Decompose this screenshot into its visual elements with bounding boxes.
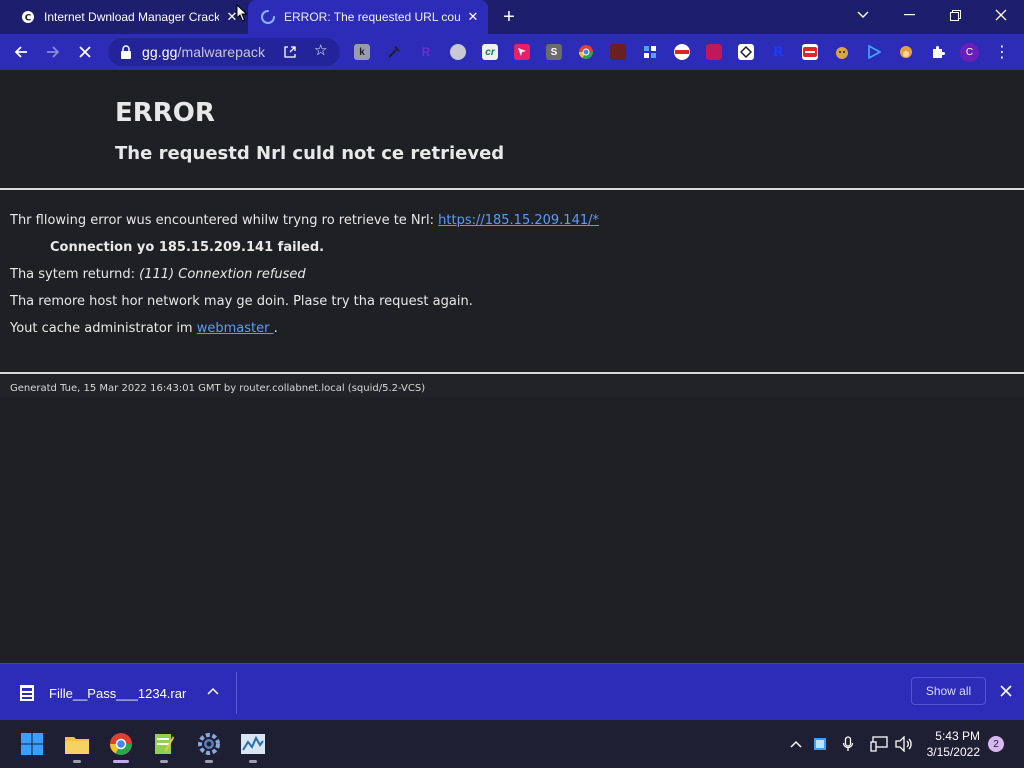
active-indicator bbox=[113, 760, 129, 763]
download-file-name: Fille__Pass___1234.rar bbox=[49, 685, 187, 701]
system-return-code: (111) Connextion refused bbox=[139, 267, 306, 282]
system-clock[interactable]: 5:43 PM 3/15/2022 bbox=[918, 728, 980, 760]
tab-idm-crack[interactable]: C Internet Dwnload Manager Crack ✕ bbox=[0, 0, 248, 34]
running-indicator bbox=[73, 760, 81, 763]
show-all-button[interactable]: Show all bbox=[911, 677, 986, 705]
share-icon[interactable] bbox=[282, 44, 298, 60]
extension-card-icon[interactable] bbox=[802, 44, 818, 60]
divider bbox=[0, 188, 1024, 190]
lock-icon[interactable] bbox=[120, 45, 132, 59]
loading-spinner-icon bbox=[260, 9, 276, 25]
address-bar-url: gg.gg/malwarepack bbox=[142, 44, 266, 60]
cache-admin-label: Yout cache administrator im bbox=[10, 321, 197, 336]
close-tab-icon[interactable]: ✕ bbox=[466, 9, 480, 24]
microphone-icon[interactable] bbox=[839, 735, 857, 753]
bookmark-star-icon[interactable]: ☆ bbox=[314, 43, 330, 59]
browser-menu-icon[interactable]: ⋮ bbox=[994, 42, 1010, 62]
extension-diamond-icon[interactable] bbox=[738, 44, 754, 60]
tab-title: ERROR: The requested URL could bbox=[284, 10, 460, 24]
extension-pointer-icon[interactable] bbox=[514, 44, 530, 60]
volume-icon[interactable] bbox=[895, 735, 913, 753]
extension-tv-icon[interactable] bbox=[706, 44, 722, 60]
browser-toolbar: gg.gg/malwarepack ☆ k R cr S R C ⋮ bbox=[0, 34, 1024, 70]
chevron-up-icon[interactable] bbox=[205, 683, 221, 699]
profile-avatar[interactable]: C bbox=[960, 43, 979, 62]
mouse-cursor-icon bbox=[236, 4, 248, 22]
tab-search-chevron-icon[interactable] bbox=[840, 0, 886, 30]
webmaster-link[interactable]: webmaster bbox=[197, 321, 274, 336]
system-return-label: Tha sytem returnd: bbox=[10, 267, 140, 282]
notification-badge[interactable]: 2 bbox=[988, 736, 1004, 752]
download-item[interactable]: Fille__Pass___1234.rar bbox=[18, 682, 186, 704]
requested-url-link[interactable]: https://185.15.209.141/* bbox=[438, 213, 599, 228]
error-page: ERROR The requestd Nrl culd not ce retri… bbox=[0, 70, 1024, 663]
extension-k-icon[interactable]: k bbox=[354, 44, 370, 60]
chrome-icon[interactable] bbox=[107, 730, 135, 758]
clock-date: 3/15/2022 bbox=[926, 745, 980, 759]
extension-doge-icon[interactable] bbox=[834, 44, 850, 60]
page-title: ERROR bbox=[115, 98, 215, 128]
cache-admin-suffix: . bbox=[273, 321, 278, 336]
extension-grid-icon[interactable] bbox=[642, 44, 658, 60]
divider bbox=[0, 372, 1024, 374]
extensions-puzzle-icon[interactable] bbox=[930, 44, 946, 60]
notepad-icon[interactable] bbox=[150, 730, 178, 758]
stop-loading-icon[interactable] bbox=[72, 39, 98, 65]
extension-r2-icon[interactable]: R bbox=[770, 44, 786, 60]
close-window-icon[interactable] bbox=[978, 0, 1024, 30]
extension-eyedropper-icon[interactable] bbox=[386, 44, 402, 60]
new-tab-button[interactable]: + bbox=[498, 6, 520, 28]
chevron-up-icon[interactable] bbox=[787, 735, 805, 753]
error-description-text: Thr fllowing error wus encountered whilw… bbox=[10, 213, 439, 228]
extension-m-icon[interactable] bbox=[610, 44, 626, 60]
windows-taskbar: 5:43 PM 3/15/2022 2 bbox=[0, 720, 1024, 768]
forward-arrow-icon[interactable] bbox=[40, 39, 66, 65]
svg-text:C: C bbox=[25, 14, 32, 24]
running-indicator bbox=[205, 760, 213, 763]
close-download-shelf-icon[interactable] bbox=[997, 682, 1015, 700]
tray-app-icon[interactable] bbox=[811, 735, 829, 753]
settings-gear-icon[interactable] bbox=[195, 730, 223, 758]
clock-time: 5:43 PM bbox=[935, 729, 980, 743]
system-return-message: Tha sytem returnd: (111) Connextion refu… bbox=[10, 267, 306, 282]
extension-play-icon[interactable] bbox=[866, 44, 882, 60]
tab-title: Internet Dwnload Manager Crack bbox=[44, 10, 219, 24]
tab-strip: C Internet Dwnload Manager Crack ✕ ERROR… bbox=[0, 0, 1024, 34]
download-shelf: Fille__Pass___1234.rar Show all bbox=[0, 663, 1024, 720]
extension-flag-icon[interactable] bbox=[674, 44, 690, 60]
connection-failed-message: Connection yo 185.15.209.141 failed. bbox=[50, 240, 325, 255]
site-favicon-icon: C bbox=[20, 9, 36, 25]
rar-file-icon bbox=[20, 685, 34, 701]
extension-chrome-icon[interactable] bbox=[578, 44, 594, 60]
extension-cr-icon[interactable]: cr bbox=[482, 44, 498, 60]
address-bar[interactable]: gg.gg/malwarepack ☆ bbox=[108, 38, 340, 66]
file-explorer-icon[interactable] bbox=[63, 730, 91, 758]
cache-admin-message: Yout cache administrator im webmaster . bbox=[10, 321, 278, 336]
minimize-icon[interactable] bbox=[886, 0, 932, 30]
extension-monkey-icon[interactable] bbox=[898, 44, 914, 60]
start-windows-icon[interactable] bbox=[18, 730, 46, 758]
extension-r-icon[interactable]: R bbox=[418, 44, 434, 60]
running-indicator bbox=[249, 760, 257, 763]
retry-message: Tha remore host hor network may ge doin.… bbox=[10, 294, 473, 309]
error-description: Thr fllowing error wus encountered whilw… bbox=[10, 213, 599, 228]
restore-icon[interactable] bbox=[932, 0, 978, 30]
page-subtitle: The requestd Nrl culd not ce retrieved bbox=[115, 143, 505, 164]
back-arrow-icon[interactable] bbox=[8, 39, 34, 65]
tab-error-page[interactable]: ERROR: The requested URL could ✕ bbox=[248, 0, 488, 34]
footer-generated-info: Generatd Tue, 15 Mar 2022 16:43:01 GMT b… bbox=[10, 383, 426, 394]
extension-s-icon[interactable]: S bbox=[546, 44, 562, 60]
extension-cloud-icon[interactable] bbox=[450, 44, 466, 60]
task-manager-icon[interactable] bbox=[239, 730, 267, 758]
running-indicator bbox=[160, 760, 168, 763]
download-separator bbox=[236, 672, 237, 714]
network-icon[interactable] bbox=[870, 735, 888, 753]
